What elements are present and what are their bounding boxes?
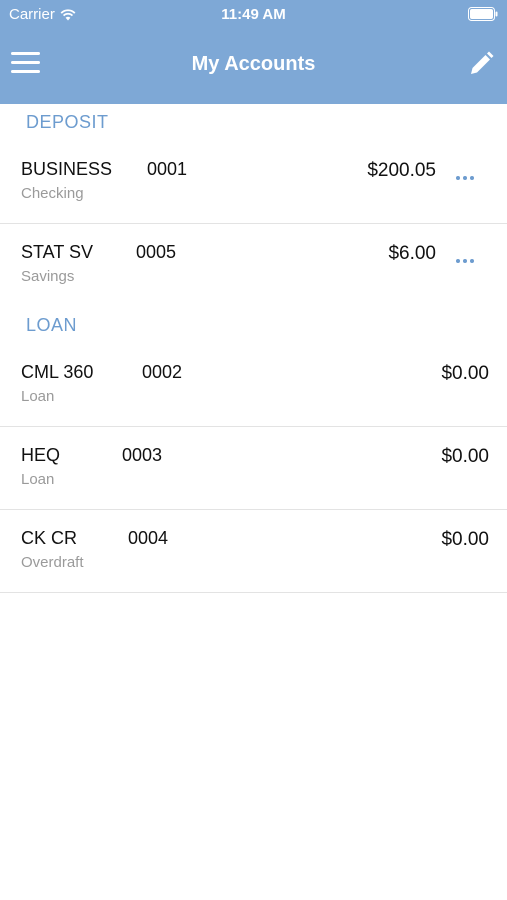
account-type: Loan — [21, 388, 55, 405]
account-balance: $0.00 — [441, 446, 489, 467]
more-options-icon[interactable] — [456, 250, 480, 263]
battery-icon — [468, 7, 498, 21]
status-time: 11:49 AM — [221, 6, 286, 23]
account-type: Savings — [21, 268, 75, 285]
account-name: CML 360 — [21, 362, 94, 382]
account-balance: $200.05 — [367, 160, 436, 181]
account-balance: $6.00 — [388, 243, 436, 264]
account-name: HEQ — [21, 445, 61, 465]
account-number: 0004 — [128, 528, 169, 548]
account-name: CK CR — [21, 528, 78, 548]
account-number: 0001 — [147, 159, 188, 179]
account-type: Overdraft — [21, 554, 84, 571]
account-name: STAT SV — [21, 242, 94, 262]
account-row-heq[interactable]: HEQ 0003 Loan $0.00 — [0, 427, 507, 510]
account-row-cml-360[interactable]: CML 360 0002 Loan $0.00 — [0, 344, 507, 427]
account-row-ck-cr[interactable]: CK CR 0004 Overdraft $0.00 — [0, 510, 507, 593]
section-header-deposit: DEPOSIT — [26, 112, 109, 132]
account-balance: $0.00 — [441, 363, 489, 384]
page-title: My Accounts — [191, 53, 316, 75]
status-bar: Carrier 11:49 AM — [0, 0, 507, 28]
account-number: 0002 — [142, 362, 183, 382]
account-number: 0003 — [122, 445, 163, 465]
account-number: 0005 — [136, 242, 177, 262]
account-name: BUSINESS — [21, 159, 113, 179]
account-type: Checking — [21, 185, 84, 202]
account-type: Loan — [21, 471, 55, 488]
pencil-icon[interactable] — [467, 50, 495, 78]
navigation-bar: My Accounts — [0, 38, 507, 92]
account-row-business[interactable]: BUSINESS 0001 Checking $200.05 — [0, 141, 507, 224]
more-options-icon[interactable] — [456, 167, 480, 180]
row-divider — [0, 592, 507, 593]
account-row-stat-sv[interactable]: STAT SV 0005 Savings $6.00 — [0, 224, 507, 307]
account-balance: $0.00 — [441, 529, 489, 550]
header-bar: Carrier 11:49 AM My Accounts — [0, 0, 507, 104]
section-header-loan: LOAN — [26, 315, 78, 335]
